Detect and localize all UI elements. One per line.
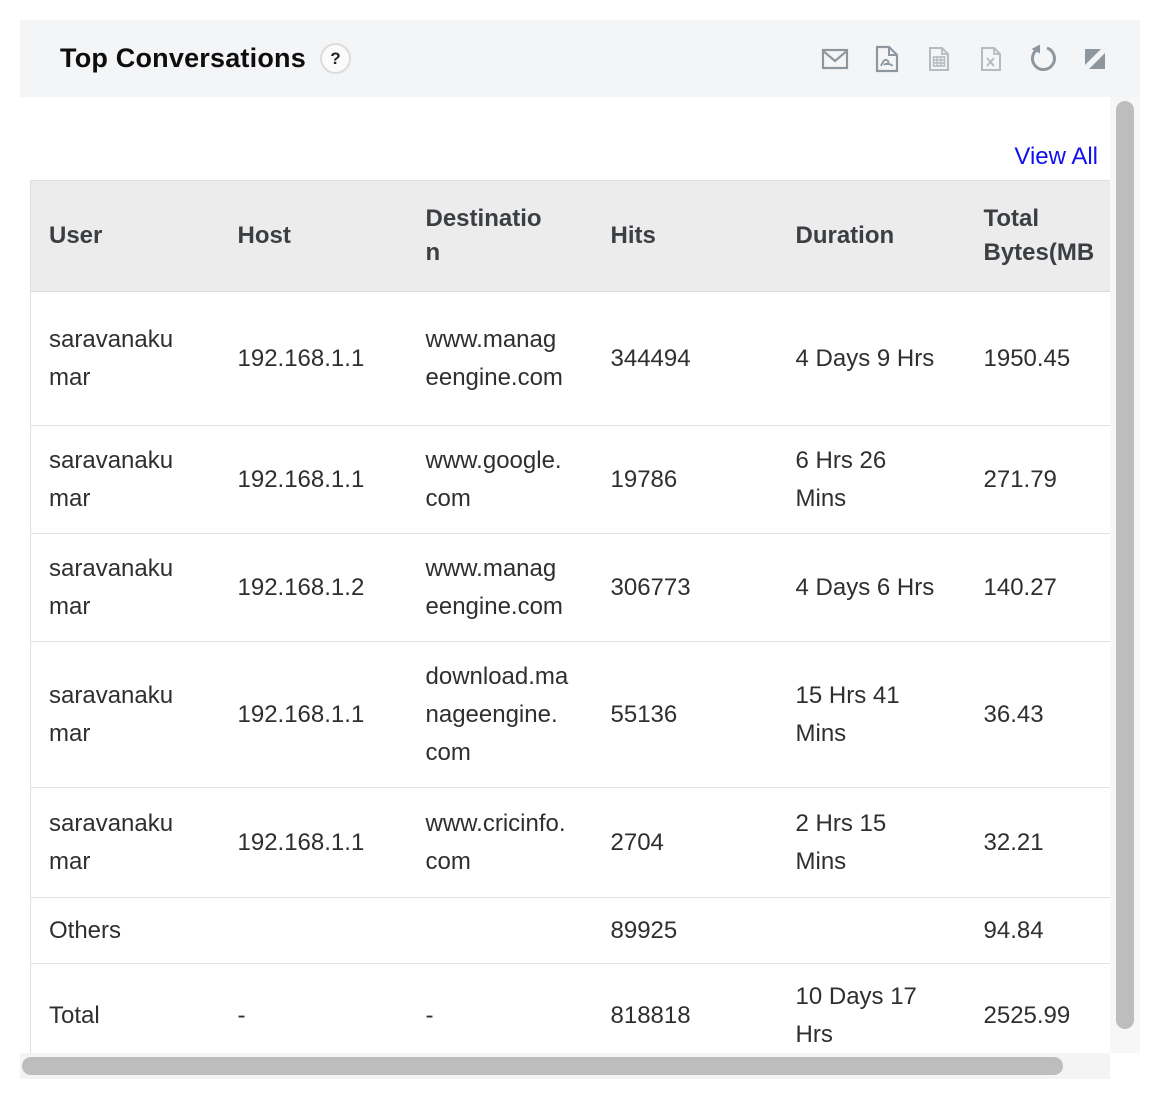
cell-user: Others (31, 898, 220, 964)
cell-user: saravanakumar (31, 426, 220, 534)
widget-body: View All User Host Destination Hits Dura… (20, 97, 1110, 1053)
csv-export-icon[interactable] (924, 44, 954, 74)
cell-duration: 15 Hrs 41 Mins (778, 642, 966, 788)
cell-duration: 2 Hrs 15 Mins (778, 788, 966, 898)
table-row: saravanakumar192.168.1.1www.google.com19… (31, 426, 1111, 534)
cell-hits: 818818 (593, 964, 778, 1054)
horizontal-scrollbar[interactable] (20, 1053, 1110, 1079)
email-icon[interactable] (820, 44, 850, 74)
cell-hits: 2704 (593, 788, 778, 898)
expand-icon[interactable] (1080, 44, 1110, 74)
excel-export-icon[interactable] (976, 44, 1006, 74)
cell-host: 192.168.1.2 (220, 534, 408, 642)
cell-duration: 4 Days 6 Hrs (778, 534, 966, 642)
cell-total_bytes: 36.43 (966, 642, 1111, 788)
column-header-host: Host (220, 181, 408, 292)
cell-duration (778, 898, 966, 964)
cell-total_bytes: 2525.99 (966, 964, 1111, 1054)
cell-user: saravanakumar (31, 534, 220, 642)
column-header-hits: Hits (593, 181, 778, 292)
cell-total_bytes: 271.79 (966, 426, 1111, 534)
cell-host: 192.168.1.1 (220, 292, 408, 426)
horizontal-scrollbar-thumb[interactable] (22, 1057, 1063, 1075)
table-row: saravanakumar192.168.1.1www.manageengine… (31, 292, 1111, 426)
refresh-icon[interactable] (1028, 44, 1058, 74)
cell-user: saravanakumar (31, 292, 220, 426)
cell-destination: - (408, 964, 593, 1054)
table-row: saravanakumar192.168.1.1www.cricinfo.com… (31, 788, 1111, 898)
column-header-duration: Duration (778, 181, 966, 292)
cell-hits: 344494 (593, 292, 778, 426)
table-row: saravanakumar192.168.1.1download.managee… (31, 642, 1111, 788)
conversations-table: User Host Destination Hits Duration Tota… (30, 180, 1110, 1053)
cell-user: Total (31, 964, 220, 1054)
cell-duration: 4 Days 9 Hrs (778, 292, 966, 426)
vertical-scrollbar[interactable] (1110, 97, 1140, 1053)
cell-destination: www.google.com (408, 426, 593, 534)
cell-destination: www.manageengine.com (408, 534, 593, 642)
cell-user: saravanakumar (31, 642, 220, 788)
table-row: saravanakumar192.168.1.2www.manageengine… (31, 534, 1111, 642)
cell-hits: 55136 (593, 642, 778, 788)
table-header-row: User Host Destination Hits Duration Tota… (31, 181, 1111, 292)
cell-hits: 89925 (593, 898, 778, 964)
column-header-user: User (31, 181, 220, 292)
widget-title: Top Conversations (60, 43, 306, 74)
cell-host: 192.168.1.1 (220, 426, 408, 534)
cell-destination (408, 898, 593, 964)
cell-total_bytes: 140.27 (966, 534, 1111, 642)
cell-hits: 19786 (593, 426, 778, 534)
cell-host (220, 898, 408, 964)
column-header-total-bytes: Total Bytes(MB (966, 181, 1111, 292)
cell-hits: 306773 (593, 534, 778, 642)
pdf-export-icon[interactable] (872, 44, 902, 74)
cell-destination: www.manageengine.com (408, 292, 593, 426)
cell-destination: download.manageengine.com (408, 642, 593, 788)
cell-host: 192.168.1.1 (220, 642, 408, 788)
cell-host: - (220, 964, 408, 1054)
table-row: Total--81881810 Days 17 Hrs2525.99 (31, 964, 1111, 1054)
cell-duration: 10 Days 17 Hrs (778, 964, 966, 1054)
top-conversations-widget: Top Conversations ? (20, 20, 1140, 1079)
cell-duration: 6 Hrs 26 Mins (778, 426, 966, 534)
view-all-link[interactable]: View All (1014, 143, 1098, 170)
table-row: Others 89925 94.84 (31, 898, 1111, 964)
widget-toolbar (820, 44, 1110, 74)
cell-total_bytes: 94.84 (966, 898, 1111, 964)
widget-header: Top Conversations ? (20, 20, 1140, 97)
cell-destination: www.cricinfo.com (408, 788, 593, 898)
vertical-scrollbar-thumb[interactable] (1116, 101, 1134, 1029)
cell-total_bytes: 32.21 (966, 788, 1111, 898)
help-icon[interactable]: ? (320, 43, 351, 74)
column-header-destination: Destination (408, 181, 593, 292)
table-body: saravanakumar192.168.1.1www.manageengine… (31, 292, 1111, 1054)
cell-host: 192.168.1.1 (220, 788, 408, 898)
cell-user: saravanakumar (31, 788, 220, 898)
cell-total_bytes: 1950.45 (966, 292, 1111, 426)
